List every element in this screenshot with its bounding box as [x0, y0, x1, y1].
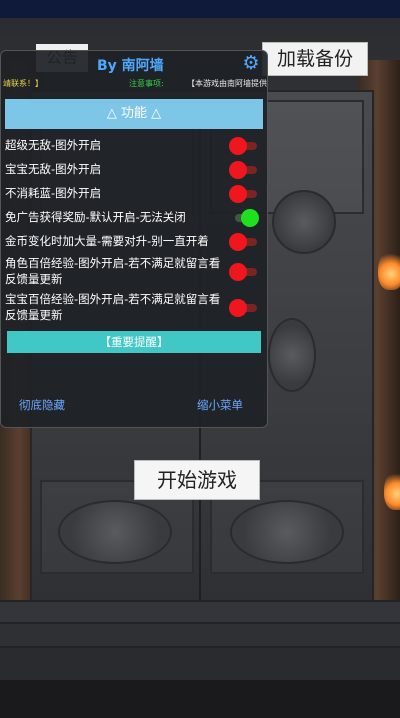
- marquee-text: 【本游戏由南阿墙提供: [187, 79, 267, 88]
- feature-toggle[interactable]: [229, 233, 259, 251]
- hide-completely-button[interactable]: 彻底隐藏: [19, 397, 65, 413]
- stone-step: [0, 600, 400, 624]
- feature-toggle[interactable]: [229, 137, 259, 155]
- menu-header[interactable]: By 南阿墙 ⚙: [1, 51, 267, 77]
- feature-label: 超级无敌-图外开启: [5, 138, 102, 152]
- dragon-relief: [230, 500, 344, 564]
- feature-label: 宝宝百倍经验-图外开启-若不满足就留言看反馈量更新: [5, 292, 221, 322]
- marquee-banner: 靖联系！】 注意事项: 【本游戏由南阿墙提供: [1, 77, 267, 91]
- feature-label: 免广告获得奖励-默认开启-无法关闭: [5, 210, 186, 224]
- feature-section-header[interactable]: △ 功能 △: [5, 99, 263, 129]
- start-game-button[interactable]: 开始游戏: [134, 460, 260, 500]
- feature-toggle[interactable]: [229, 209, 259, 227]
- dragon-relief: [58, 500, 172, 564]
- feature-toggle[interactable]: [229, 299, 259, 317]
- marquee-text: 注意事项:: [129, 79, 164, 88]
- torch-icon: [384, 470, 400, 510]
- shrink-menu-button[interactable]: 缩小菜单: [197, 397, 243, 413]
- feature-label: 金币变化时加大量-需要对升-别一直开着: [5, 234, 209, 248]
- dragon-relief: [272, 190, 336, 254]
- marquee-text: 靖联系！】: [3, 79, 43, 88]
- feature-toggle[interactable]: [229, 185, 259, 203]
- stone-step: [0, 646, 400, 682]
- load-backup-button[interactable]: 加载备份: [262, 42, 368, 76]
- stone-step: [0, 622, 400, 648]
- feature-toggle[interactable]: [229, 263, 259, 281]
- status-bar: [0, 0, 400, 18]
- gear-icon[interactable]: ⚙: [241, 53, 261, 73]
- torch-icon: [378, 250, 400, 290]
- menu-title: By 南阿墙: [97, 58, 164, 74]
- feature-label: 角色百倍经验-图外开启-若不满足就留言看反馈量更新: [5, 256, 221, 286]
- feature-toggle[interactable]: [229, 161, 259, 179]
- important-reminder-button[interactable]: 【重要提醒】: [7, 331, 261, 353]
- feature-label: 不消耗蓝-图外开启: [5, 186, 102, 200]
- feature-label: 宝宝无敌-图外开启: [5, 162, 102, 176]
- dragon-relief: [268, 318, 316, 392]
- ground: [0, 680, 400, 718]
- mod-menu-panel: By 南阿墙 ⚙ 靖联系！】 注意事项: 【本游戏由南阿墙提供 △ 功能 △ 超…: [0, 50, 268, 428]
